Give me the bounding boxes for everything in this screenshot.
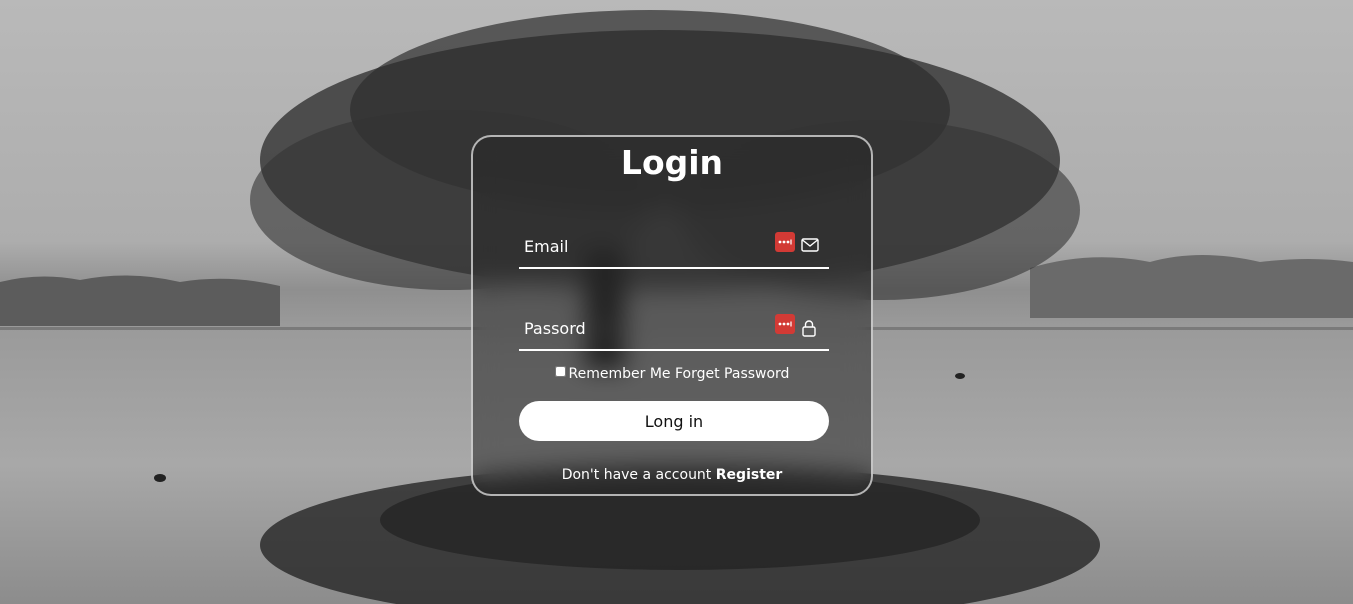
mail-icon bbox=[801, 237, 821, 257]
remember-me-text: Remember Me bbox=[568, 366, 671, 382]
login-form: Login Remember Me Forget Password Long i… bbox=[471, 135, 873, 496]
forgot-password-link[interactable]: Forget Password bbox=[675, 366, 789, 382]
register-prompt-text: Don't have a account bbox=[561, 467, 712, 483]
email-field-group bbox=[519, 223, 829, 269]
password-manager-icon[interactable] bbox=[775, 232, 795, 252]
register-prompt: Don't have a account Register bbox=[473, 467, 871, 483]
register-link[interactable]: Register bbox=[716, 467, 783, 483]
login-title: Login bbox=[620, 143, 724, 182]
remember-me-checkbox[interactable] bbox=[554, 366, 566, 377]
remember-me-label[interactable]: Remember Me bbox=[554, 366, 675, 382]
email-input[interactable] bbox=[519, 223, 776, 269]
password-manager-icon[interactable] bbox=[775, 314, 795, 334]
remember-row: Remember Me Forget Password bbox=[473, 366, 871, 382]
login-button[interactable]: Long in bbox=[519, 401, 829, 441]
lock-icon bbox=[801, 319, 821, 339]
password-input[interactable] bbox=[519, 305, 776, 351]
password-field-group bbox=[519, 305, 829, 351]
